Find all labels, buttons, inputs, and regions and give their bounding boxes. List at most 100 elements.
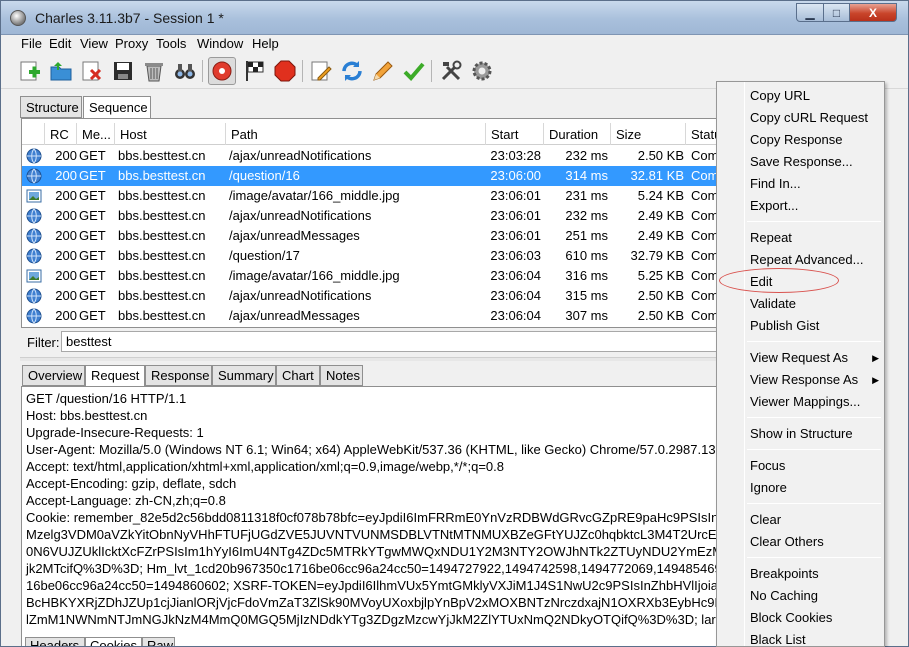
- menu-item-clear[interactable]: Clear: [750, 512, 781, 527]
- menu-item-find-in[interactable]: Find In...: [750, 176, 801, 191]
- menu-item-repeat-advanced[interactable]: Repeat Advanced...: [750, 252, 863, 267]
- context-menu: Copy URL Copy cURL Request Copy Response Sa…: [716, 81, 885, 647]
- menu-item-breakpoints[interactable]: Breakpoints: [750, 566, 819, 581]
- menu-item-block-cookies[interactable]: Block Cookies: [750, 610, 832, 625]
- cell-path: /image/avatar/166_middle.jpg: [229, 188, 400, 203]
- cell-size: 2.49 KB: [637, 208, 684, 223]
- menu-item-viewer-mappings[interactable]: Viewer Mappings...: [750, 394, 860, 409]
- cell-method: GET: [79, 208, 106, 223]
- menu-item-show-in-structure[interactable]: Show in Structure: [750, 426, 853, 441]
- cell-duration: 315 ms: [565, 288, 608, 303]
- breakpoints-icon[interactable]: [273, 59, 297, 83]
- cell-host: bbs.besttest.cn: [118, 188, 206, 203]
- cell-size: 5.25 KB: [637, 268, 684, 283]
- menu-proxy[interactable]: Proxy: [115, 36, 148, 51]
- tab-sequence[interactable]: Sequence: [83, 96, 151, 119]
- submenu-arrow-icon: ▶: [872, 353, 879, 363]
- menu-file[interactable]: File: [21, 36, 42, 51]
- pane-splitter[interactable]: [20, 357, 720, 361]
- tab-summary[interactable]: Summary: [212, 365, 276, 386]
- cell-rc: 200: [55, 188, 77, 203]
- minimize-button[interactable]: ▁: [796, 3, 824, 22]
- request-line: Upgrade-Insecure-Requests: 1: [26, 425, 204, 440]
- col-method-header[interactable]: Me...: [77, 123, 115, 145]
- table-row[interactable]: 200 GET bbs.besttest.cn/ajax/unreadNotific…: [22, 206, 720, 226]
- menu-item-focus[interactable]: Focus: [750, 458, 785, 473]
- col-duration-header[interactable]: Duration: [544, 123, 611, 145]
- tab-response[interactable]: Response: [145, 365, 212, 386]
- cell-host: bbs.besttest.cn: [118, 308, 206, 323]
- menu-item-ignore[interactable]: Ignore: [750, 480, 787, 495]
- table-row[interactable]: 200 GET bbs.besttest.cn/ajax/unreadMessage…: [22, 226, 720, 246]
- charles-app-icon: [10, 10, 26, 26]
- menu-tools[interactable]: Tools: [156, 36, 186, 51]
- col-host-header[interactable]: Host: [115, 123, 226, 145]
- table-row[interactable]: 200 GET bbs.besttest.cn/question/17 23:06:0…: [22, 246, 720, 266]
- menu-help[interactable]: Help: [252, 36, 279, 51]
- menu-item-black-list[interactable]: Black List: [750, 632, 806, 646]
- tab-request[interactable]: Request: [85, 365, 145, 387]
- col-icon-header[interactable]: [22, 123, 45, 145]
- find-icon[interactable]: [173, 59, 197, 83]
- menu-item-no-caching[interactable]: No Caching: [750, 588, 818, 603]
- cell-method: GET: [79, 228, 106, 243]
- menu-item-publish-gist[interactable]: Publish Gist: [750, 318, 819, 333]
- menu-view[interactable]: View: [80, 36, 108, 51]
- menu-item-view-response-as[interactable]: View Response As: [750, 372, 858, 387]
- tab-chart[interactable]: Chart: [276, 365, 320, 386]
- table-row[interactable]: 200 GET bbs.besttest.cn/image/avatar/166_m…: [22, 186, 720, 206]
- validate-icon[interactable]: [402, 59, 426, 83]
- request-text-area[interactable]: GET /question/16 HTTP/1.1 Host: bbs.best…: [21, 386, 721, 646]
- col-rc-header[interactable]: RC: [45, 123, 77, 145]
- table-row[interactable]: 200 GET bbs.besttest.cn/question/16 23:06:0…: [22, 166, 720, 186]
- cell-method: GET: [79, 168, 106, 183]
- close-button[interactable]: X: [849, 3, 897, 22]
- menu-item-repeat[interactable]: Repeat: [750, 230, 792, 245]
- menu-item-validate[interactable]: Validate: [750, 296, 796, 311]
- menu-window[interactable]: Window: [197, 36, 243, 51]
- edit-icon[interactable]: [371, 59, 395, 83]
- globe-request-icon: [26, 288, 42, 304]
- save-session-icon[interactable]: [111, 59, 135, 83]
- tab-structure[interactable]: Structure: [20, 96, 82, 118]
- table-row[interactable]: 200 GET bbs.besttest.cn/ajax/unreadNotific…: [22, 146, 720, 166]
- tools-icon[interactable]: [439, 59, 463, 83]
- menu-item-copy-curl-request[interactable]: Copy cURL Request: [750, 110, 868, 125]
- table-row[interactable]: 200 GET bbs.besttest.cn/ajax/unreadMessage…: [22, 306, 720, 326]
- request-line: jk2MTcifQ%3D%3D; Hm_lvt_1cd20b967350c171…: [26, 561, 721, 576]
- maximize-button[interactable]: □: [823, 3, 850, 22]
- table-rows: 200 GET bbs.besttest.cn/ajax/unreadNotific…: [22, 146, 720, 326]
- col-path-header[interactable]: Path: [226, 123, 486, 145]
- repeat-icon[interactable]: [340, 59, 364, 83]
- throttle-icon[interactable]: [243, 59, 267, 83]
- open-session-icon[interactable]: [49, 59, 73, 83]
- tab-raw[interactable]: Raw: [142, 637, 175, 646]
- menu-item-copy-url[interactable]: Copy URL: [750, 88, 810, 103]
- menu-item-clear-others[interactable]: Clear Others: [750, 534, 824, 549]
- cell-method: GET: [79, 148, 106, 163]
- menu-edit[interactable]: Edit: [49, 36, 71, 51]
- cell-host: bbs.besttest.cn: [118, 248, 206, 263]
- settings-icon[interactable]: [470, 59, 494, 83]
- col-size-header[interactable]: Size: [611, 123, 686, 145]
- tab-cookies[interactable]: Cookies: [85, 637, 142, 646]
- record-icon[interactable]: [208, 57, 236, 85]
- filter-input[interactable]: besttest: [61, 331, 718, 352]
- tab-overview[interactable]: Overview: [22, 365, 85, 386]
- menu-item-copy-response[interactable]: Copy Response: [750, 132, 843, 147]
- table-row[interactable]: 200 GET bbs.besttest.cn/ajax/unreadNotific…: [22, 286, 720, 306]
- col-start-header[interactable]: Start: [486, 123, 544, 145]
- cell-method: GET: [79, 188, 106, 203]
- close-session-icon[interactable]: [80, 59, 104, 83]
- compose-icon[interactable]: [309, 59, 333, 83]
- tab-headers[interactable]: Headers: [25, 637, 85, 646]
- menu-item-save-response[interactable]: Save Response...: [750, 154, 853, 169]
- clear-session-icon[interactable]: [142, 59, 166, 83]
- new-session-icon[interactable]: [18, 59, 42, 83]
- menu-item-export[interactable]: Export...: [750, 198, 798, 213]
- tab-notes[interactable]: Notes: [320, 365, 363, 386]
- table-row[interactable]: 200 GET bbs.besttest.cn/image/avatar/166_m…: [22, 266, 720, 286]
- menu-item-view-request-as[interactable]: View Request As: [750, 350, 848, 365]
- title-bar[interactable]: Charles 3.11.3b7 - Session 1 * ▁ □ X: [1, 1, 908, 35]
- cell-path: /image/avatar/166_middle.jpg: [229, 268, 400, 283]
